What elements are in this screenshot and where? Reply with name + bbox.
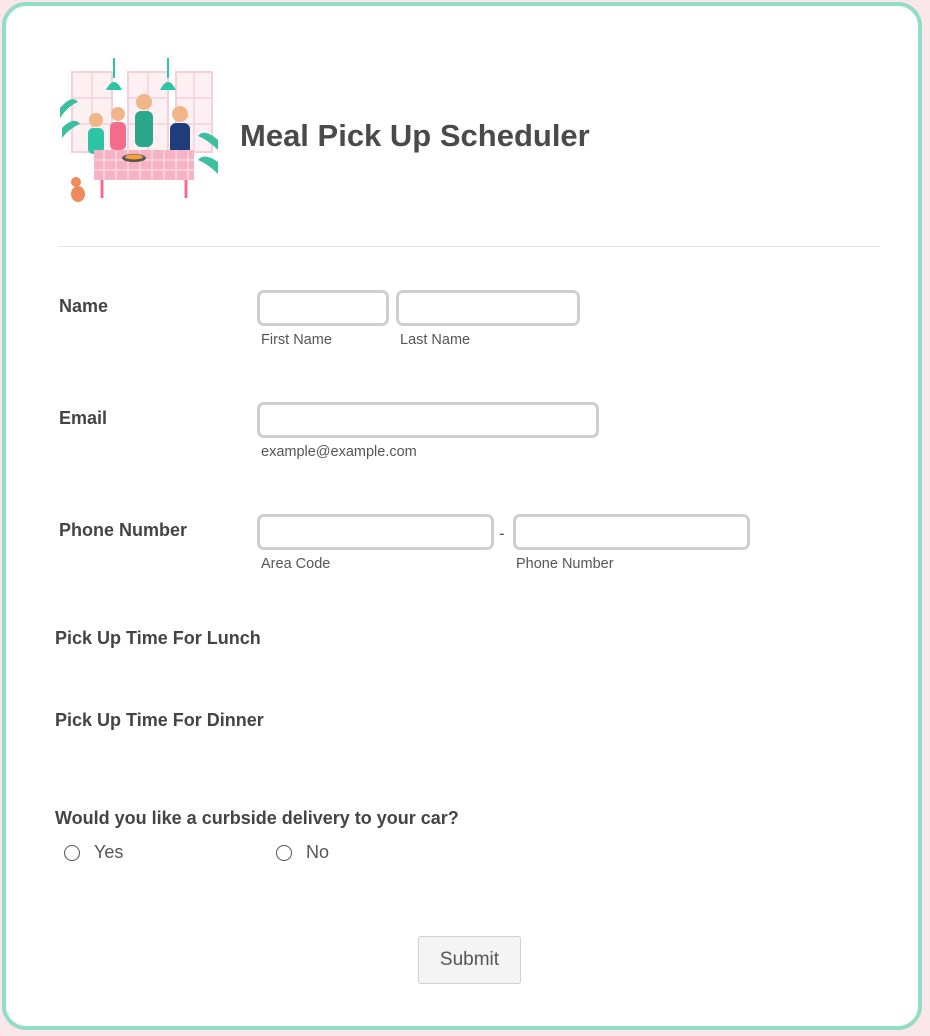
- phone-number-sublabel: Phone Number: [516, 556, 614, 572]
- radio-no-label: No: [306, 842, 330, 862]
- area-code-input[interactable]: [257, 514, 494, 550]
- curbside-no-option[interactable]: No: [276, 842, 329, 863]
- phone-number-input[interactable]: [513, 514, 750, 550]
- form-title: Meal Pick Up Scheduler: [240, 118, 590, 153]
- form-card: Meal Pick Up Scheduler Name First Name L…: [2, 2, 922, 1030]
- radio-no[interactable]: [276, 844, 292, 861]
- first-name-input[interactable]: [257, 290, 389, 326]
- last-name-input[interactable]: [396, 290, 580, 326]
- email-sublabel: example@example.com: [261, 444, 417, 460]
- submit-button[interactable]: Submit: [418, 936, 521, 984]
- first-name-sublabel: First Name: [261, 332, 332, 348]
- radio-yes[interactable]: [64, 844, 80, 861]
- last-name-sublabel: Last Name: [400, 332, 471, 348]
- family-dining-illustration: [58, 58, 220, 208]
- curbside-question: Would you like a curbside delivery to yo…: [55, 808, 459, 828]
- form-header: Meal Pick Up Scheduler: [58, 58, 880, 247]
- dinner-time-label: Pick Up Time For Dinner: [55, 710, 264, 730]
- area-code-sublabel: Area Code: [261, 556, 331, 572]
- lunch-time-label: Pick Up Time For Lunch: [55, 628, 261, 648]
- phone-separator: -: [499, 524, 505, 543]
- email-label: Email: [59, 408, 108, 428]
- radio-yes-label: Yes: [94, 842, 124, 862]
- curbside-yes-option[interactable]: Yes: [64, 842, 123, 863]
- email-input[interactable]: [257, 402, 599, 438]
- phone-label: Phone Number: [59, 520, 188, 540]
- name-label: Name: [59, 296, 109, 316]
